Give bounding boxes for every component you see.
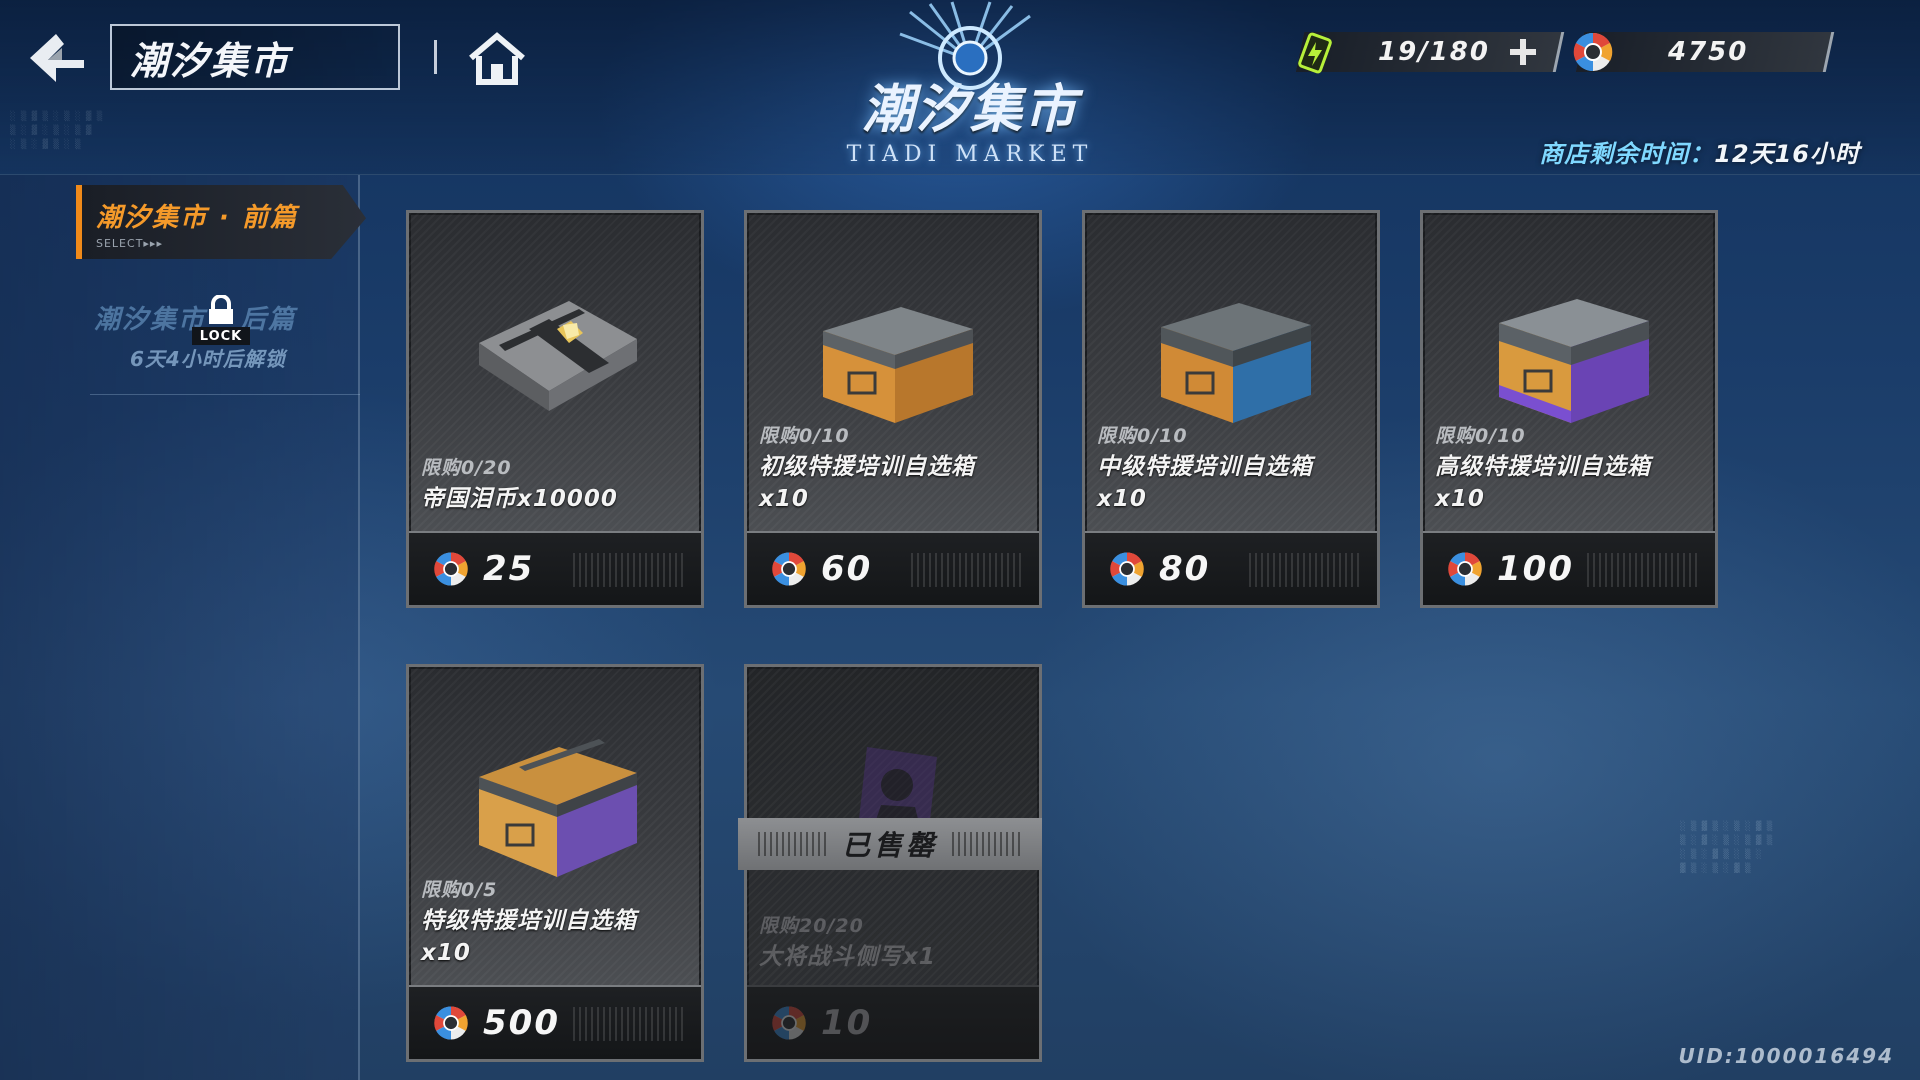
home-icon (469, 32, 525, 85)
purple-supply-crate-icon (1499, 299, 1649, 423)
shop-timer: 商店剩余时间：12天16小时 (1539, 134, 1860, 169)
price-bar[interactable]: 500 (409, 985, 701, 1059)
purchase-limit: 限购0/5 (421, 879, 498, 901)
tab-market-part1[interactable]: 潮汐集市 · 前篇 SELECT▸▸▸ (76, 185, 366, 259)
item-name: 中级特援培训自选箱x10 (1097, 454, 1313, 512)
item-price: 80 (1159, 549, 1211, 589)
background-text: ░ ▒ ▓ ▒ ░ ▒ ░ ▓ ▒ ▒ ░ ▓ ░ ▒ ░ ▒ ▓ ▒ ░ ▒ ░ … (1680, 822, 1773, 874)
home-button[interactable] (462, 26, 532, 90)
sold-out-banner: 已售罄 (738, 818, 1042, 870)
shop-item-card[interactable]: 限购0/5 特级特援培训自选箱x10 500 (406, 664, 704, 1062)
battery-icon (1298, 32, 1332, 74)
item-price: 500 (483, 1003, 560, 1043)
lock-icon (209, 295, 233, 324)
tide-coin-icon (772, 552, 806, 586)
title-divider (434, 40, 437, 74)
price-bar[interactable]: 80 (1085, 531, 1377, 605)
tide-coin-icon (434, 1006, 468, 1040)
item-name: 大将战斗侧写x1 (759, 944, 936, 970)
purchase-limit: 限购0/10 (759, 425, 850, 447)
coin-display: 4750 (1573, 32, 1835, 72)
price-bar[interactable]: 25 (409, 531, 701, 605)
gold-supply-crate-icon (479, 739, 637, 877)
item-name: 高级特援培训自选箱x10 (1435, 454, 1651, 512)
page-title: 潮汐集市 (130, 38, 291, 83)
wrapped-bundle-icon (479, 301, 637, 411)
item-name: 帝国泪币x10000 (421, 486, 618, 512)
banner-stripes (758, 832, 828, 856)
unlock-countdown: 6天4小时后解锁 (130, 347, 286, 371)
tide-coin-icon (1448, 552, 1482, 586)
back-arrow-icon (30, 34, 84, 82)
shop-item-card[interactable]: 限购0/20 帝国泪币x10000 25 (406, 210, 704, 608)
tide-coin-icon (772, 1006, 806, 1040)
page-title-box: 潮汐集市 (110, 24, 400, 90)
price-bar-stripes (573, 553, 683, 587)
price-bar: 10 (747, 985, 1039, 1059)
tide-coin-icon (1573, 32, 1613, 72)
stamina-display: 19/180 (1295, 32, 1565, 74)
price-bar-stripes (911, 553, 1021, 587)
market-logo: 潮汐集市 TIADI MARKET (780, 0, 1160, 175)
back-button[interactable] (24, 28, 90, 88)
shop-item-card[interactable]: 限购0/10 中级特援培训自选箱x10 80 (1082, 210, 1380, 608)
stamina-value: 19/180 (1378, 37, 1490, 67)
purchase-limit: 限购20/20 (759, 915, 864, 937)
lock-badge: LOCK (176, 295, 266, 345)
tab-market-part2[interactable]: 潮汐集市 · 后篇 LOCK 6天4小时后解锁 (90, 295, 360, 395)
logo-title-en: TIADI MARKET (846, 142, 1094, 167)
logo-emblem-icon (899, 1, 1031, 90)
price-bar-stripes (1249, 553, 1359, 587)
price-bar[interactable]: 100 (1423, 531, 1715, 605)
price-bar-stripes (1587, 553, 1697, 587)
purchase-limit: 限购0/10 (1435, 425, 1526, 447)
gray-supply-crate-icon (823, 307, 973, 423)
add-stamina-button[interactable] (1508, 37, 1538, 67)
item-price: 100 (1497, 549, 1574, 589)
price-bar[interactable]: 60 (747, 531, 1039, 605)
banner-stripes (952, 832, 1022, 856)
tab-label: 潮汐集市 · 前篇 (96, 203, 298, 233)
item-price: 10 (821, 1003, 873, 1043)
price-bar-stripes (573, 1007, 683, 1041)
purchase-limit: 限购0/20 (421, 457, 512, 479)
item-name: 初级特援培训自选箱x10 (759, 454, 975, 512)
shop-timer-label: 商店剩余时间： (1539, 140, 1715, 168)
sold-out-label: 已售罄 (841, 829, 938, 862)
tide-coin-icon (434, 552, 468, 586)
purchase-limit: 限购0/10 (1097, 425, 1188, 447)
shop-item-card[interactable]: 限购0/10 高级特援培训自选箱x10 100 (1420, 210, 1718, 608)
tide-coin-icon (1110, 552, 1144, 586)
coin-value: 4750 (1668, 37, 1749, 67)
shop-timer-value: 12天16小时 (1714, 140, 1860, 168)
blue-supply-crate-icon (1161, 303, 1311, 423)
item-price: 60 (821, 549, 873, 589)
shop-item-card[interactable]: 限购0/10 初级特援培训自选箱x10 60 (744, 210, 1042, 608)
item-price: 25 (483, 549, 535, 589)
item-name: 特级特援培训自选箱x10 (421, 908, 637, 966)
tab-select-hint: SELECT▸▸▸ (96, 237, 163, 250)
sidebar: 潮汐集市 · 前篇 SELECT▸▸▸ 潮汐集市 · 后篇 LOCK 6天4小时… (0, 175, 366, 1080)
user-id: UID:1000016494 (1678, 1044, 1894, 1068)
